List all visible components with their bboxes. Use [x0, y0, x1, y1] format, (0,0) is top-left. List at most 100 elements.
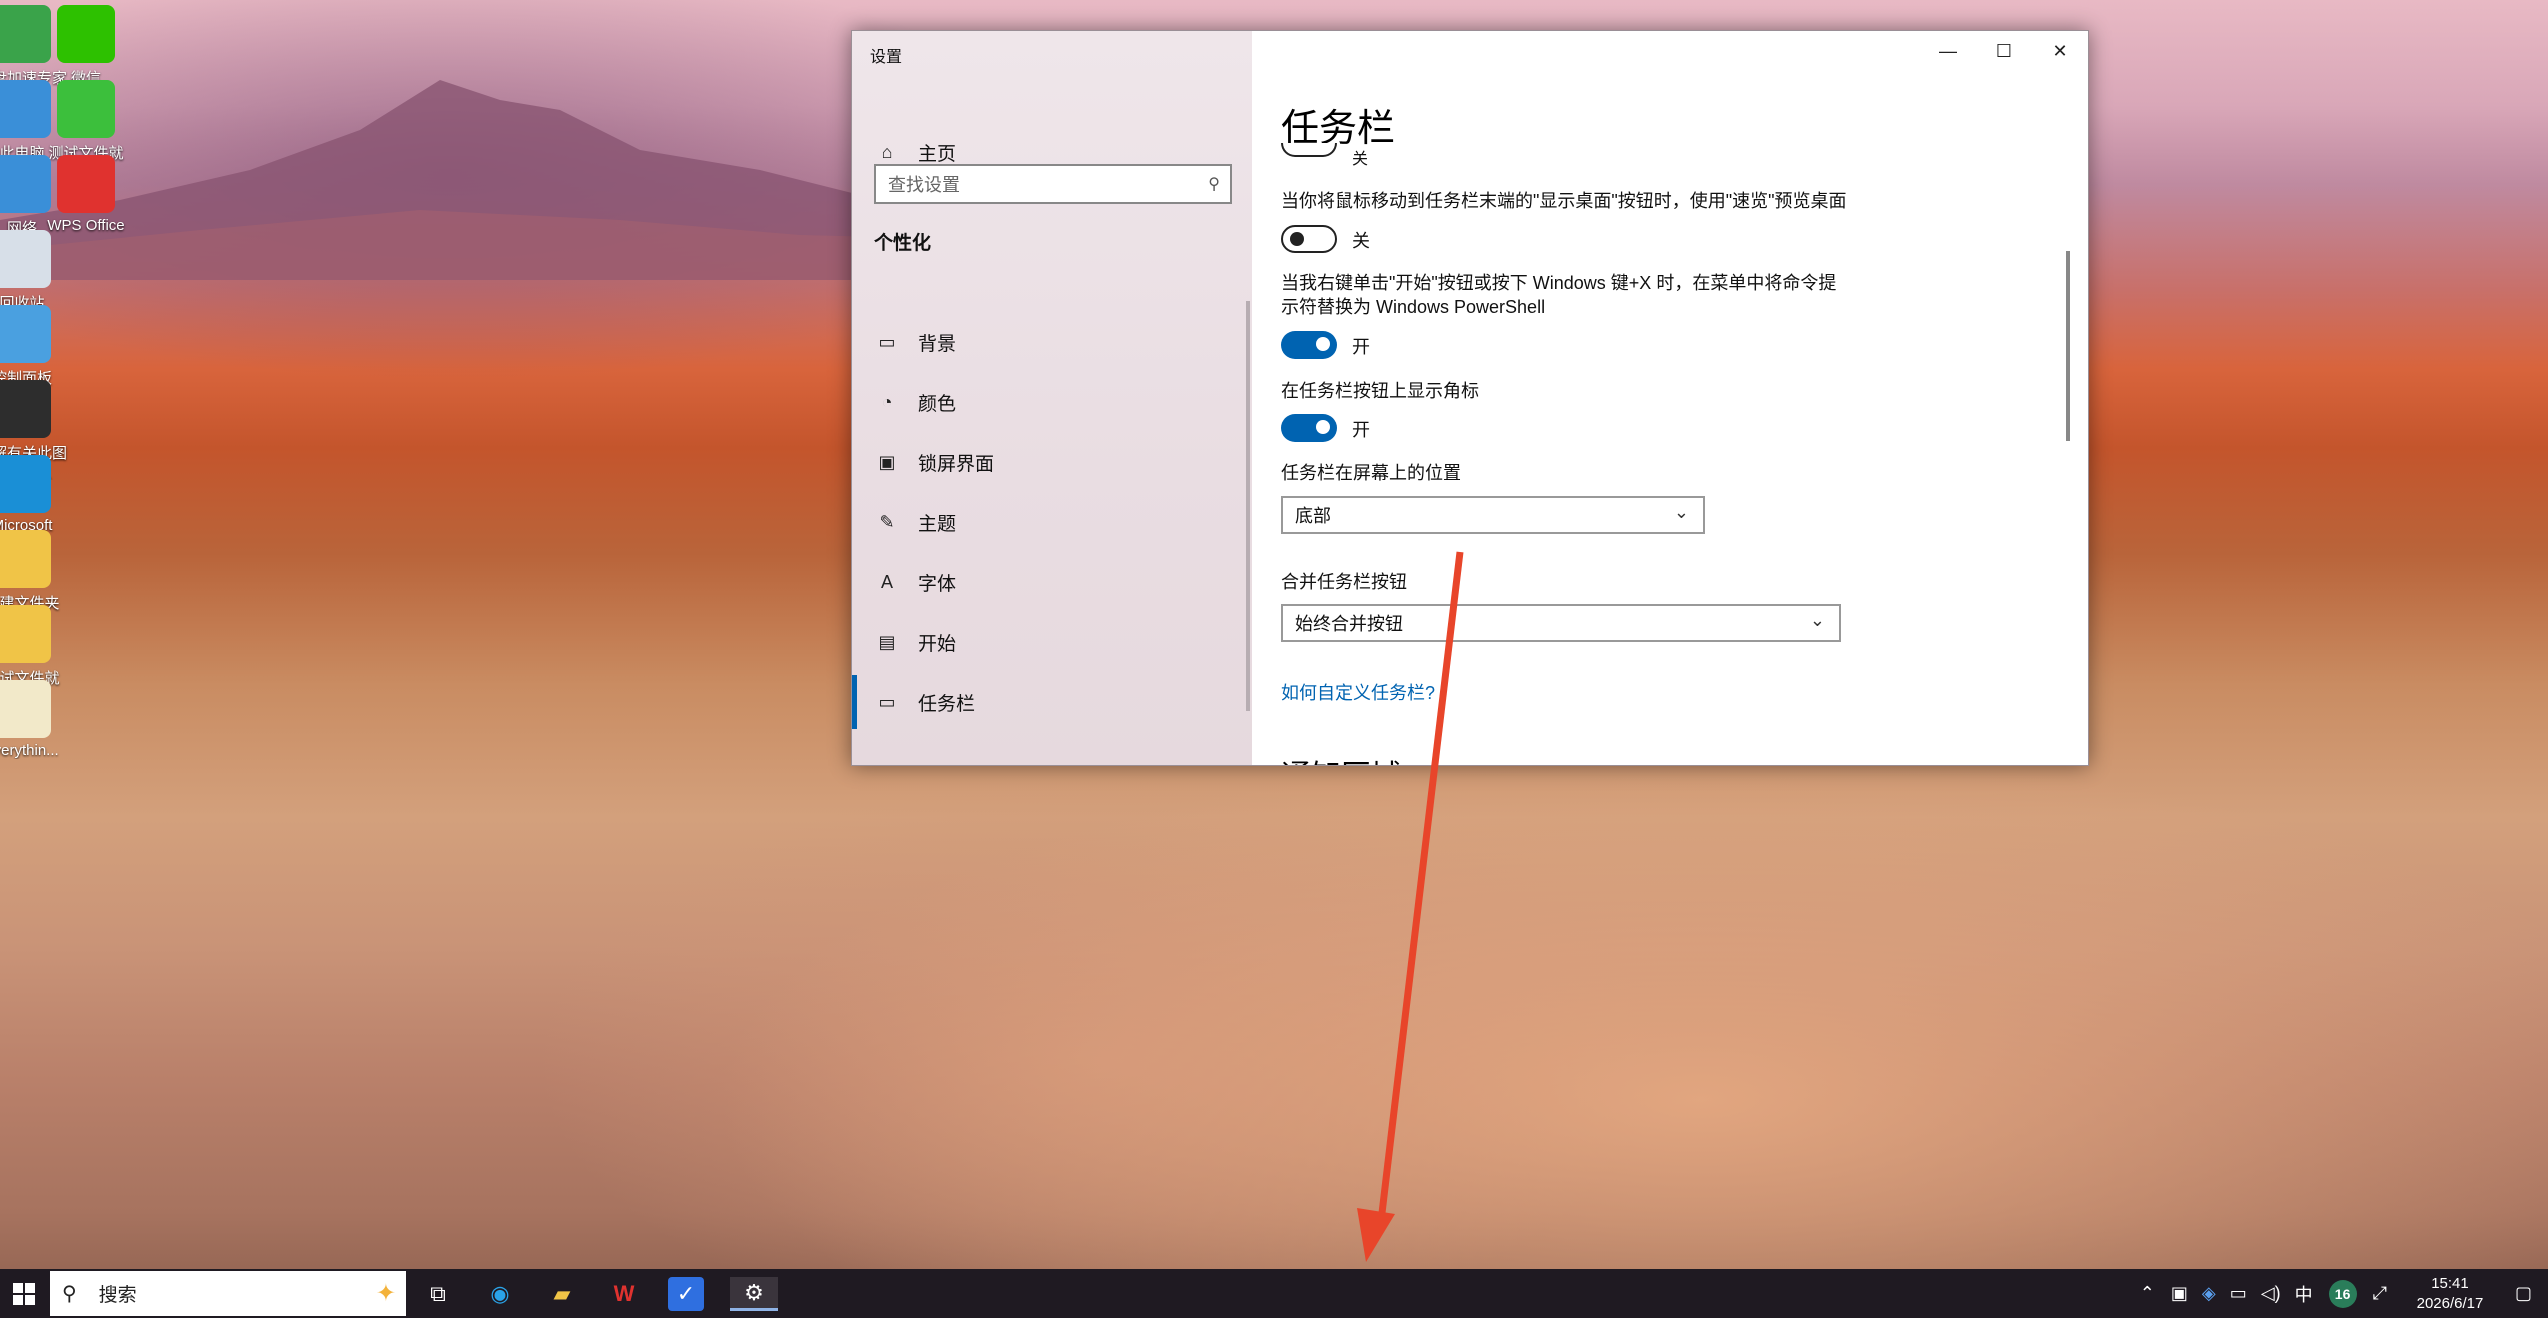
nav-item-font[interactable]: A 字体 — [852, 555, 1252, 609]
taskbar-icon: ▭ — [878, 691, 896, 712]
nav-item-palette[interactable]: ◔ 颜色 — [852, 375, 1252, 429]
image-icon: ▭ — [878, 331, 896, 352]
settings-main: — ☐ ✕ 任务栏 关 当你将鼠标移动到任务栏末端的"显示桌面"按钮时，使用"速… — [1252, 31, 2088, 765]
network-icon[interactable]: ▭ — [2230, 1283, 2247, 1304]
file-explorer-icon[interactable]: ▰ — [544, 1277, 580, 1311]
partial-toggle-state: 关 — [1352, 151, 1369, 168]
picture-info-icon — [0, 380, 51, 438]
nav-home-label: 主页 — [918, 143, 957, 165]
toggle-badges-state: 开 — [1352, 420, 1370, 440]
desktop-wps-office-shortcut[interactable]: WPS Office — [38, 155, 134, 234]
everything-icon — [0, 680, 51, 738]
active-indicator — [852, 675, 857, 729]
clock[interactable]: 15:41 2026/6/17 — [2395, 1274, 2505, 1314]
app-tray-icon[interactable]: ▣ — [2171, 1283, 2188, 1304]
wallpaper-mountains — [0, 80, 1000, 280]
settings-icon[interactable]: ⚙ — [730, 1277, 778, 1311]
home-icon: ⌂ — [881, 141, 893, 162]
minimize-button[interactable]: — — [1920, 31, 1976, 71]
test-file-icon — [57, 80, 115, 138]
task-view-icon[interactable]: ⧉ — [420, 1277, 456, 1311]
search-icon: ⚲ — [62, 1283, 77, 1305]
sparkle-icon: ✦ — [375, 1280, 396, 1307]
position-dropdown[interactable]: 底部 ⌄ — [1281, 496, 1705, 534]
test-folder-icon — [0, 605, 51, 663]
toggle-powershell[interactable] — [1281, 331, 1337, 359]
desktop-recycle-bin-shortcut[interactable]: 回收站 — [0, 230, 72, 313]
edge-icon[interactable]: ◉ — [482, 1277, 518, 1311]
windows-logo-icon — [13, 1283, 35, 1305]
search-placeholder: 查找设置 — [888, 175, 960, 195]
ime-indicator[interactable]: 中 — [2295, 1281, 2313, 1307]
shield-icon[interactable]: ◈ — [2202, 1283, 2216, 1304]
start-icon: ▤ — [878, 631, 896, 652]
start-button[interactable] — [6, 1277, 42, 1311]
notification-icon[interactable]: ▢ — [2515, 1283, 2532, 1304]
desktop-test-file-shortcut[interactable]: 测试文件就 — [38, 80, 134, 163]
chevron-down-icon: ⌄ — [1673, 502, 1689, 522]
section-notification-area: 通知区域 — [1281, 751, 1401, 765]
theme-icon: ✎ — [879, 511, 895, 532]
partial-toggle[interactable] — [1281, 143, 1337, 157]
toggle-knob — [1290, 232, 1304, 246]
sidebar-scrollbar[interactable] — [1246, 301, 1250, 711]
window-controls: — ☐ ✕ — [1920, 31, 2088, 71]
toggle-knob — [1316, 420, 1330, 434]
wechat-icon — [57, 5, 115, 63]
wps-icon[interactable]: W — [606, 1277, 642, 1311]
font-icon: A — [880, 571, 893, 592]
desktop-wechat-shortcut[interactable]: 微信 — [38, 5, 134, 88]
combine-label: 合并任务栏按钮 — [1281, 572, 1407, 592]
nav-item-start[interactable]: ▤ 开始 — [852, 615, 1252, 669]
chevron-down-icon: ⌄ — [1809, 610, 1825, 630]
clock-time: 15:41 — [2431, 1274, 2469, 1292]
screenshot-icon[interactable]: ⤢ — [2373, 1283, 2387, 1304]
desktop-new-folder-shortcut[interactable]: 新建文件夹 — [0, 530, 72, 613]
nav-item-taskbar[interactable]: ▭ 任务栏 — [852, 675, 1252, 729]
desktop-everything-shortcut[interactable]: everythin... — [0, 680, 72, 759]
edge-icon — [0, 455, 51, 513]
toggle-knob — [1316, 337, 1330, 351]
nav-item-label: 任务栏 — [918, 693, 976, 715]
nav-item-label: 锁屏界面 — [918, 453, 995, 475]
search-icon: ⚲ — [1208, 176, 1220, 193]
nav-item-image[interactable]: ▭ 背景 — [852, 315, 1252, 369]
combine-dropdown[interactable]: 始终合并按钮 ⌄ — [1281, 604, 1841, 642]
toggle-peek-state: 关 — [1352, 231, 1370, 251]
help-link[interactable]: 如何自定义任务栏? — [1281, 679, 1435, 705]
nav-item-label: 颜色 — [918, 393, 957, 415]
close-button[interactable]: ✕ — [2032, 31, 2088, 71]
system-tray: ⌃ ▣ ◈ ▭ ◁) 中 16 ⤢ 15:41 2026/6/17 ▢ — [2140, 1269, 2548, 1318]
desktop-test-folder-shortcut[interactable]: 测试文件就 — [0, 605, 72, 688]
nav-item-label: 背景 — [918, 333, 957, 355]
setting-powershell-label: 当我右键单击"开始"按钮或按下 Windows 键+X 时，在菜单中将命令提示符… — [1281, 273, 1837, 317]
nav-item-theme[interactable]: ✎ 主题 — [852, 495, 1252, 549]
toggle-badges[interactable] — [1281, 414, 1337, 442]
taskbar: ⚲ 搜索 ✦ ⧉ ◉ ▰ W ✓ ⚙ ⌃ ▣ ◈ ▭ ◁) 中 16 ⤢ 15:… — [0, 1269, 2548, 1318]
clock-date: 2026/6/17 — [2416, 1294, 2484, 1312]
maximize-button[interactable]: ☐ — [1976, 31, 2032, 71]
window-title: 设置 — [870, 49, 903, 66]
taskbar-search-input[interactable]: ⚲ 搜索 ✦ — [50, 1271, 406, 1316]
position-label: 任务栏在屏幕上的位置 — [1281, 463, 1461, 483]
desktop-control-panel-shortcut[interactable]: 控制面板 — [0, 305, 72, 388]
badge-counter[interactable]: 16 — [2328, 1279, 2357, 1308]
security-icon[interactable]: ✓ — [668, 1277, 704, 1311]
settings-sidebar: 设置 ⌂ 主页 查找设置 ⚲ 个性化 ▭ 背景 ◔ 颜色 ▣ 锁屏界面 ✎ 主题 A 字体 ▤ 开始 ▭… — [852, 31, 1252, 765]
toggle-powershell-state: 开 — [1352, 337, 1370, 357]
lockscreen-icon: ▣ — [878, 451, 896, 472]
wps-office-icon — [57, 155, 115, 213]
control-panel-icon — [0, 305, 51, 363]
combine-value: 始终合并按钮 — [1295, 614, 1403, 634]
chevron-up-icon[interactable]: ⌃ — [2140, 1283, 2155, 1304]
arrow-head — [1357, 1208, 1395, 1262]
palette-icon: ◔ — [881, 391, 893, 412]
new-folder-icon — [0, 530, 51, 588]
position-value: 底部 — [1295, 506, 1331, 526]
volume-icon[interactable]: ◁) — [2261, 1283, 2281, 1304]
nav-item-label: 主题 — [918, 513, 957, 535]
main-scrollbar[interactable] — [2066, 251, 2070, 441]
toggle-peek[interactable] — [1281, 225, 1337, 253]
nav-item-lockscreen[interactable]: ▣ 锁屏界面 — [852, 435, 1252, 489]
settings-search-input[interactable]: 查找设置 ⚲ — [874, 164, 1232, 204]
